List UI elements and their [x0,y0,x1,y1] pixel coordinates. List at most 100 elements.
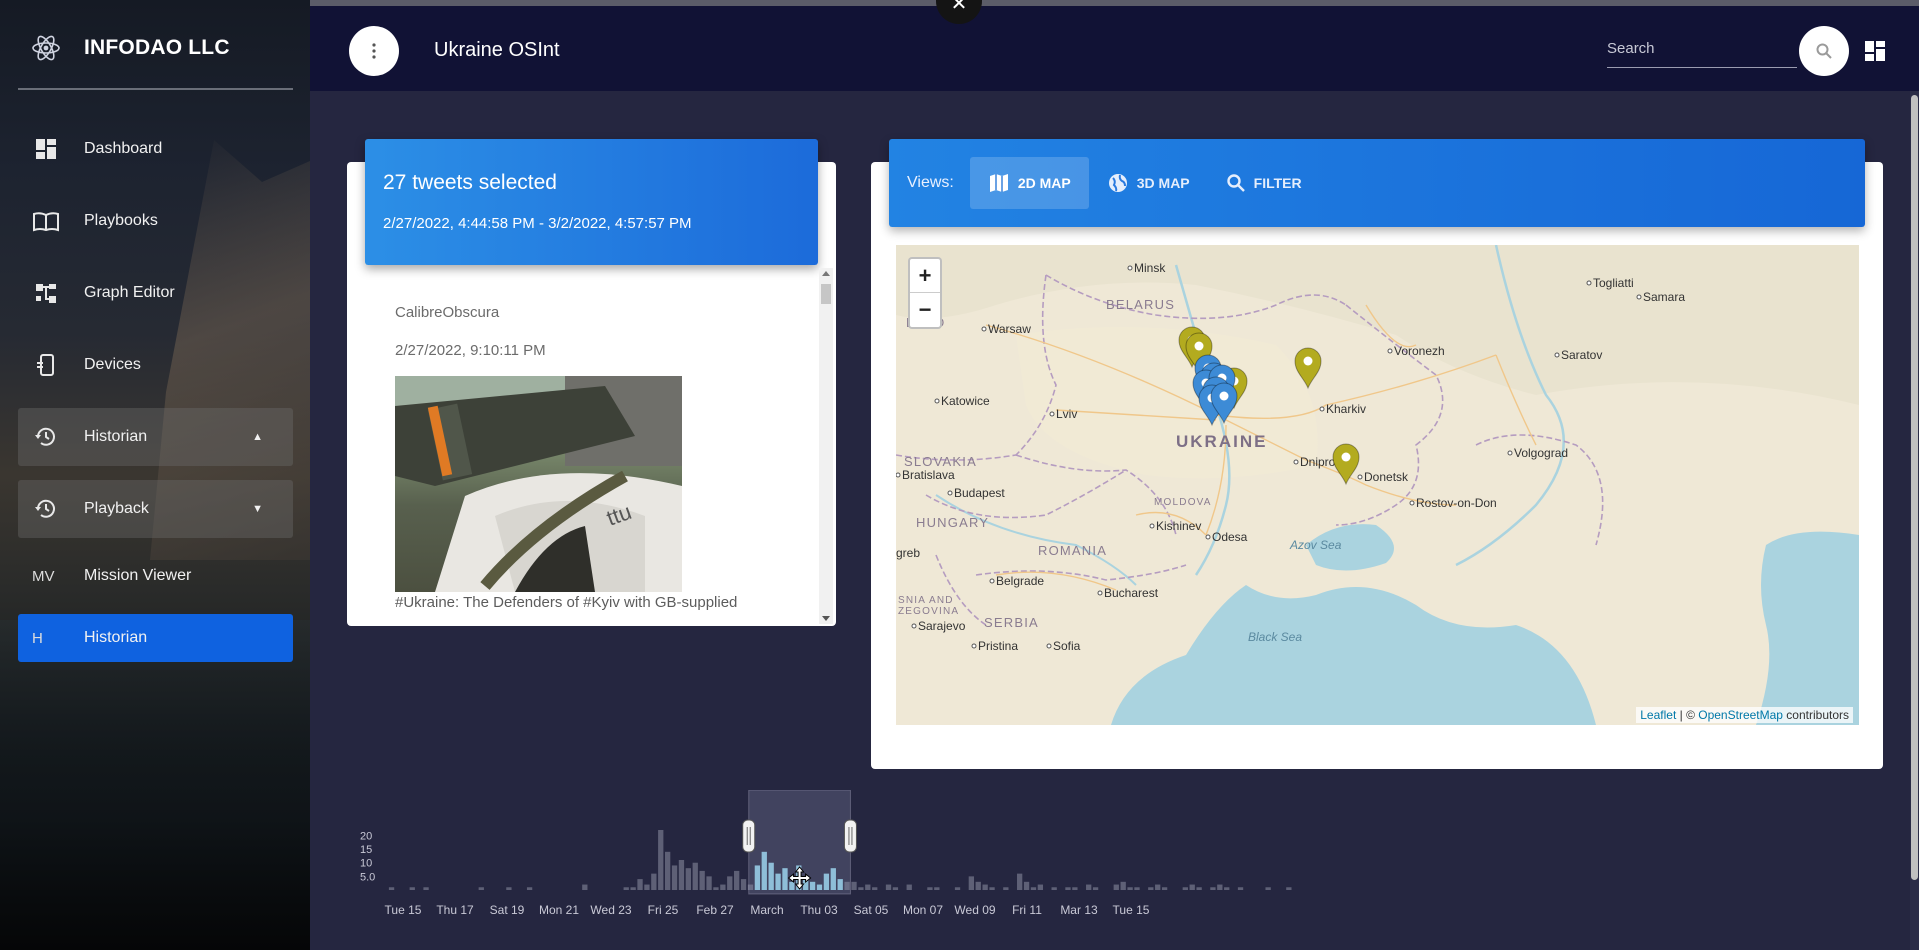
page-scrollbar[interactable] [1910,91,1919,950]
close-icon: ✕ [950,0,968,15]
timeline-bar [658,830,664,890]
map-place-label: greb [896,546,920,560]
sidebar-item-playback-group[interactable]: Playback ▼ [18,480,293,538]
timeline-bar [1148,887,1154,890]
map-place-label: Budapest [954,486,1005,500]
tweet-list-scrollbar[interactable] [819,268,833,624]
history-icon [32,423,60,451]
dashboard-grid-icon[interactable] [1864,40,1886,62]
city-dot [989,578,995,584]
city-dot [1387,348,1393,354]
map-place-label: Sarajevo [918,619,966,633]
timeline-bar [927,887,933,890]
timeline-bar [1017,873,1023,890]
map-place-label: ZEGOVINA [898,606,959,617]
map-place-label: Dnipro [1300,455,1336,469]
search-button[interactable] [1799,26,1849,76]
timeline-x-tick: March [750,903,783,917]
timeline-x-tick: Mon 07 [903,903,943,917]
sidebar-item-label: Mission Viewer [84,567,192,584]
map-place-label: Volgograd [1514,446,1568,460]
dashboard-icon [32,135,60,163]
map-views-toolbar: Views: 2D MAP 3D MAP FILTER [889,139,1865,227]
map-place-label: Kishinev [1156,519,1201,533]
views-label: Views: [907,174,954,191]
timeline-bar [934,887,940,890]
history-icon [32,495,60,523]
timeline-bar [651,873,657,890]
timeline-x-tick: Fri 25 [648,903,679,917]
map-place-label: Katowice [941,394,990,408]
page-scrollbar-thumb[interactable] [1911,95,1918,880]
timeline-bar [1286,887,1292,890]
3d-map-button[interactable]: 3D MAP [1089,157,1208,209]
timeline-bar [664,851,671,890]
sidebar-item-playbooks[interactable]: Playbooks [18,192,293,250]
timeline-bar [1182,887,1188,890]
sidebar-item-mission-viewer[interactable]: MV Mission Viewer [18,552,293,600]
timeline-bar [1023,881,1030,890]
timeline-bar [1030,887,1037,890]
timeline-x-tick: Mar 13 [1060,903,1098,917]
timeline-histogram[interactable]: 20 15 10 5.0 Tue 15 Thu 17 Sat 19 Mon 21 Wed 23… [350,790,1350,920]
timeline-x-tick: Fri 11 [1012,903,1042,917]
tweet-image[interactable]: ttu [395,376,682,592]
brand-divider [18,88,293,90]
sidebar-item-historian-group[interactable]: Historian ▲ [18,408,293,466]
map-place-label: SNIA AND [898,595,954,606]
leaflet-link[interactable]: Leaflet [1640,708,1676,722]
tweet-date-range: 2/27/2022, 4:44:58 PM - 3/2/2022, 4:57:5… [383,215,692,232]
timeline-bar [982,884,988,890]
tweet-list[interactable]: CalibreObscura 2/27/2022, 9:10:11 PM ttu… [347,268,836,624]
timeline-chart[interactable]: 20 15 105.0 Tue 15 Thu 17 Sat 19 Mon 21 Wed 23… [350,790,1350,920]
map-place-label: Warsaw [988,322,1031,336]
city-dot [1554,352,1560,358]
timeline-bar [706,876,712,890]
tweet-list-scrollbar-thumb[interactable] [821,284,831,304]
timeline-bar [506,887,512,890]
map-place-label: Minsk [1134,261,1166,275]
map-place-label: SERBIA [984,615,1039,630]
search-icon [1226,174,1245,192]
city-dot [1409,500,1415,506]
map-place-label: Azov Sea [1289,538,1342,552]
map-place-label: Donetsk [1364,470,1409,484]
timeline-bar [1210,887,1216,890]
timeline-bar [1217,884,1223,890]
zoom-out-button[interactable]: − [910,293,940,327]
scroll-down-arrow-icon[interactable] [822,616,830,621]
timeline-bar [423,887,429,890]
filter-button[interactable]: FILTER [1208,157,1320,209]
more-menu-button[interactable] [349,26,399,76]
sidebar-item-graph-editor[interactable]: Graph Editor [18,264,293,322]
timeline-brush-handle-left[interactable] [742,819,756,853]
sidebar-item-label: Historian [84,629,148,646]
sidebar: INFODAO LLC Dashboard Playbooks Graph Ed… [0,0,310,950]
sidebar-item-historian-active[interactable]: H Historian [18,614,293,662]
sidebar-item-dashboard[interactable]: Dashboard [18,120,293,178]
brand[interactable]: INFODAO LLC [30,32,230,64]
timeline-bar [713,887,719,890]
map-place-label: Rostov-on-Don [1416,496,1497,510]
scroll-up-arrow-icon[interactable] [822,271,830,276]
map-place-label: HUNGARY [916,515,989,530]
timeline-bar [637,879,643,890]
tweets-header: 27 tweets selected 2/27/2022, 4:44:58 PM… [365,139,818,265]
timeline-bar [1237,887,1244,890]
timeline-bar [989,887,995,890]
timeline-bar [623,887,629,890]
timeline-brush-handle-right[interactable] [843,819,857,853]
sidebar-item-devices[interactable]: Devices [18,336,293,394]
timeline-bar [1086,884,1092,890]
tweet-author[interactable]: CalibreObscura [395,304,499,321]
search-input[interactable] [1607,30,1797,68]
map-canvas[interactable]: MinskBELARUSLANDWarsawTogliattiSamaraVor… [896,245,1859,725]
brand-name: INFODAO LLC [84,36,230,59]
zoom-in-button[interactable]: + [910,259,940,293]
map-2d[interactable]: MinskBELARUSLANDWarsawTogliattiSamaraVor… [896,245,1859,725]
map-place-label: Togliatti [1593,276,1634,290]
timeline-bar [885,884,892,890]
tweet-text: #Ukraine: The Defenders of #Kyiv with GB… [395,594,738,611]
osm-link[interactable]: OpenStreetMap [1698,708,1783,722]
2d-map-button[interactable]: 2D MAP [969,157,1089,209]
